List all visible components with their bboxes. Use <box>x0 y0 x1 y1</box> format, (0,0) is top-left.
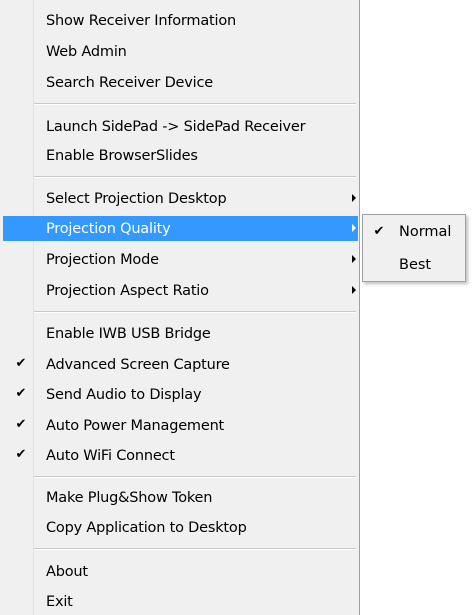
menu-item-label: Launch SidePad -> SidePad Receiver <box>46 118 306 135</box>
menu-item-label: Projection Mode <box>46 251 159 268</box>
menu-item-label: Select Projection Desktop <box>46 190 227 207</box>
submenu-arrow-icon <box>352 286 356 294</box>
menu-item-label: Auto Power Management <box>46 417 225 434</box>
menu-separator <box>34 548 356 550</box>
menu-item-web-admin[interactable]: Web Admin <box>3 39 358 64</box>
menu-item-projection-quality[interactable]: Projection Quality <box>3 216 358 241</box>
menu-item-label: Projection Quality <box>46 220 171 237</box>
check-icon: ✔ <box>15 386 27 401</box>
menu-item-search-receiver-device[interactable]: Search Receiver Device <box>3 70 358 95</box>
menu-item-label: Show Receiver Information <box>46 12 237 29</box>
menu-item-exit[interactable]: Exit <box>3 589 358 614</box>
menu-item-auto-power-management[interactable]: ✔ Auto Power Management <box>3 413 358 438</box>
menu-separator <box>34 311 356 313</box>
menu-item-label: Auto WiFi Connect <box>46 447 175 464</box>
menu-item-label: About <box>46 563 88 580</box>
submenu-item-normal[interactable]: ✔ Normal <box>365 220 463 245</box>
projection-quality-submenu: ✔ Normal Best <box>362 214 466 282</box>
menu-item-projection-aspect-ratio[interactable]: Projection Aspect Ratio <box>3 278 358 303</box>
menu-item-label: Web Admin <box>46 43 127 60</box>
menu-separator <box>34 103 356 105</box>
menu-separator <box>34 476 356 478</box>
menu-item-copy-application-to-desktop[interactable]: Copy Application to Desktop <box>3 515 358 540</box>
menu-item-label: Send Audio to Display <box>46 386 202 403</box>
menu-item-label: Copy Application to Desktop <box>46 519 247 536</box>
check-icon: ✔ <box>15 417 27 432</box>
menu-item-label: Enable IWB USB Bridge <box>46 325 211 342</box>
menu-item-enable-browserslides[interactable]: Enable BrowserSlides <box>3 143 358 168</box>
submenu-item-label: Normal <box>399 224 452 240</box>
menu-item-select-projection-desktop[interactable]: Select Projection Desktop <box>3 186 358 211</box>
menu-item-advanced-screen-capture[interactable]: ✔ Advanced Screen Capture <box>3 352 358 377</box>
submenu-arrow-icon <box>352 224 356 232</box>
check-icon: ✔ <box>373 224 385 239</box>
menu-item-make-plug-show-token[interactable]: Make Plug&Show Token <box>3 485 358 510</box>
menu-item-label: Make Plug&Show Token <box>46 489 213 506</box>
menu-separator <box>34 176 356 178</box>
menu-item-label: Advanced Screen Capture <box>46 356 230 373</box>
menu-item-auto-wifi-connect[interactable]: ✔ Auto WiFi Connect <box>3 443 358 468</box>
menu-item-send-audio-to-display[interactable]: ✔ Send Audio to Display <box>3 382 358 407</box>
submenu-item-best[interactable]: Best <box>365 253 463 278</box>
menu-item-about[interactable]: About <box>3 559 358 584</box>
menu-item-label: Enable BrowserSlides <box>46 147 198 164</box>
submenu-arrow-icon <box>352 194 356 202</box>
submenu-arrow-icon <box>352 255 356 263</box>
check-icon: ✔ <box>15 356 27 371</box>
menu-item-show-receiver-information[interactable]: Show Receiver Information <box>3 8 358 33</box>
menu-item-label: Search Receiver Device <box>46 74 213 91</box>
menu-item-projection-mode[interactable]: Projection Mode <box>3 247 358 272</box>
menu-item-label: Exit <box>46 593 73 610</box>
context-menu: Show Receiver Information Web Admin Sear… <box>0 0 360 615</box>
menu-item-label: Projection Aspect Ratio <box>46 282 209 299</box>
check-icon: ✔ <box>15 447 27 462</box>
menu-item-launch-sidepad[interactable]: Launch SidePad -> SidePad Receiver <box>3 114 358 139</box>
submenu-item-label: Best <box>399 257 432 273</box>
menu-item-enable-iwb-usb-bridge[interactable]: Enable IWB USB Bridge <box>3 321 358 346</box>
